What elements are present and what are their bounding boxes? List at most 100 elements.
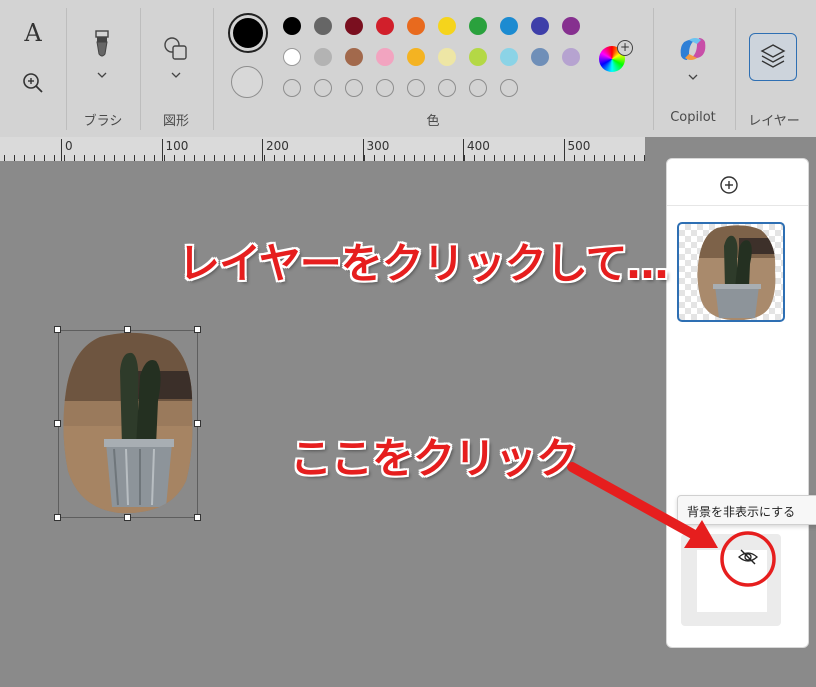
ruler-major-tick — [463, 139, 464, 161]
resize-handle-tl[interactable] — [54, 326, 61, 333]
toggle-visibility-button[interactable] — [737, 546, 759, 568]
copilot-group-label: Copilot — [670, 110, 716, 125]
ruler-tick — [604, 155, 605, 161]
panel-divider — [667, 205, 808, 206]
color-swatch[interactable] — [531, 48, 549, 66]
shapes-icon — [164, 37, 187, 60]
primary-color-button[interactable] — [228, 13, 268, 53]
ruler-tick — [444, 155, 445, 161]
color-swatch[interactable] — [314, 48, 332, 66]
color-swatch[interactable] — [283, 17, 301, 35]
chevron-down-icon — [688, 74, 698, 80]
ruler-tick — [124, 155, 125, 161]
ruler-tick — [594, 155, 595, 161]
copilot-icon — [680, 38, 706, 60]
custom-color-slot[interactable] — [438, 79, 456, 97]
ruler-label: 100 — [165, 139, 189, 153]
resize-handle-bl[interactable] — [54, 514, 61, 521]
color-swatch[interactable] — [562, 17, 580, 35]
layer-thumbnail-background[interactable] — [681, 534, 781, 626]
color-swatch[interactable] — [500, 48, 518, 66]
shapes-button[interactable] — [160, 34, 192, 84]
annotation-bottom-text: ここをクリック — [290, 434, 578, 483]
color-picker-button[interactable]: + — [597, 40, 633, 78]
brush-group-label: ブラシ — [83, 114, 123, 129]
ruler-tick — [64, 155, 65, 161]
color-swatch[interactable] — [562, 48, 580, 66]
color-swatch[interactable] — [438, 48, 456, 66]
resize-handle-ml[interactable] — [54, 420, 61, 427]
custom-color-slot[interactable] — [469, 79, 487, 97]
custom-color-slot[interactable] — [314, 79, 332, 97]
ruler-tick — [4, 155, 5, 161]
ruler-tick — [544, 155, 545, 161]
ruler-major-tick — [362, 139, 364, 161]
ruler-label: 400 — [467, 139, 490, 153]
add-layer-button[interactable] — [717, 173, 741, 197]
resize-handle-tr[interactable] — [194, 326, 201, 333]
ruler-tick — [474, 155, 475, 161]
ruler-tick — [44, 155, 45, 161]
color-swatch[interactable] — [531, 17, 549, 35]
ruler-tick — [34, 155, 35, 161]
color-swatch[interactable] — [345, 48, 363, 66]
layer-thumbnail-image — [697, 225, 776, 320]
ruler-tick — [114, 155, 115, 161]
color-swatch[interactable] — [283, 48, 301, 66]
ruler-tick — [314, 155, 315, 161]
ruler-tick — [304, 155, 305, 161]
ruler-tick — [464, 155, 465, 161]
ruler-tick — [184, 155, 185, 161]
layer-thumbnail-1[interactable] — [677, 222, 785, 322]
color-swatch[interactable] — [438, 17, 456, 35]
secondary-color-button[interactable] — [231, 66, 263, 98]
ruler-tick — [84, 155, 85, 161]
brush-icon — [95, 30, 109, 57]
ruler-major-tick — [61, 139, 62, 161]
color-palette — [283, 17, 583, 102]
ruler-tick — [514, 155, 515, 161]
custom-color-slot[interactable] — [500, 79, 518, 97]
ruler-tick — [634, 155, 635, 161]
ruler-tick — [194, 155, 195, 161]
ruler-tick — [234, 155, 235, 161]
resize-handle-mr[interactable] — [194, 420, 201, 427]
ruler-tick — [94, 155, 95, 161]
ruler-tick — [454, 155, 455, 161]
custom-color-slot[interactable] — [283, 79, 301, 97]
resize-handle-bm[interactable] — [124, 514, 131, 521]
ruler-tick — [294, 155, 295, 161]
color-swatch[interactable] — [314, 17, 332, 35]
color-swatch[interactable] — [500, 17, 518, 35]
ruler-tick — [14, 155, 15, 161]
ribbon-toolbar: A ブラシ 図形 + 色 Copilot レイヤー — [0, 0, 816, 137]
text-tool-button[interactable]: A — [18, 18, 48, 48]
text-tool-icon: A — [24, 19, 42, 47]
ruler-tick — [374, 155, 375, 161]
chevron-down-icon — [97, 72, 107, 78]
color-swatch[interactable] — [407, 48, 425, 66]
custom-color-slot[interactable] — [345, 79, 363, 97]
resize-handle-tm[interactable] — [124, 326, 131, 333]
resize-handle-br[interactable] — [194, 514, 201, 521]
color-swatch[interactable] — [407, 17, 425, 35]
brush-button[interactable] — [86, 28, 118, 88]
layers-button[interactable] — [749, 33, 797, 81]
custom-color-slot[interactable] — [376, 79, 394, 97]
ruler-tick — [614, 155, 615, 161]
copilot-button[interactable] — [675, 32, 711, 84]
ruler-tick — [414, 155, 415, 161]
hide-background-tooltip: 背景を非表示にする — [677, 495, 816, 525]
color-swatch[interactable] — [469, 48, 487, 66]
color-swatch[interactable] — [376, 17, 394, 35]
color-swatch[interactable] — [376, 48, 394, 66]
ruler-tick — [144, 155, 145, 161]
color-swatch[interactable] — [469, 17, 487, 35]
zoom-button[interactable] — [20, 70, 46, 96]
plus-circle-icon: + — [617, 40, 633, 56]
color-swatch[interactable] — [345, 17, 363, 35]
layers-group-label: レイヤー — [748, 114, 800, 129]
custom-color-slot[interactable] — [407, 79, 425, 97]
ruler-label: 0 — [65, 139, 73, 153]
ruler-tick — [204, 155, 205, 161]
